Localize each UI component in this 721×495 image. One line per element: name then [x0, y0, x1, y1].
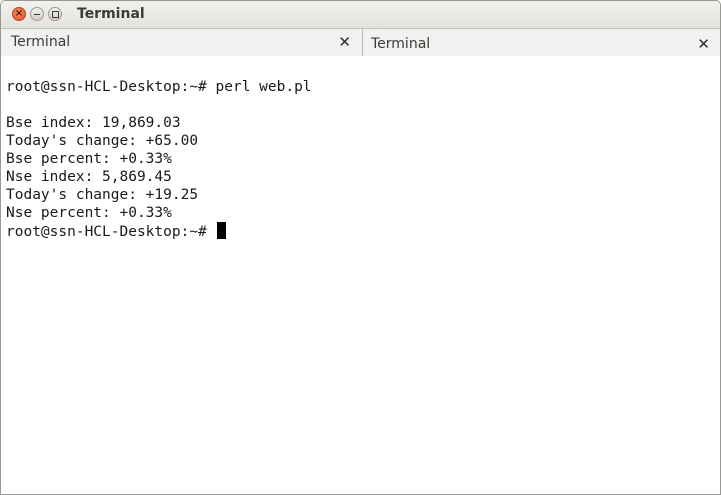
- output-line: Nse percent: +0.33%: [6, 205, 172, 221]
- tab-terminal-2[interactable]: Terminal ✕: [363, 29, 720, 56]
- output-line: Today's change: +19.25: [6, 187, 199, 203]
- output-line: Bse percent: +0.33%: [6, 151, 172, 167]
- maximize-icon: [52, 11, 59, 18]
- window-title: Terminal: [77, 6, 145, 22]
- tab-label: Terminal: [371, 36, 431, 52]
- prompt-text: root@ssn-HCL-Desktop:~#: [6, 224, 216, 240]
- prompt-line[interactable]: root@ssn-HCL-Desktop:~#: [6, 222, 720, 240]
- minimize-icon: [34, 14, 40, 15]
- terminal-output-area[interactable]: root@ssn-HCL-Desktop:~# perl web.pl Bse …: [1, 56, 720, 494]
- close-window-button[interactable]: ×: [12, 7, 26, 21]
- close-icon[interactable]: ✕: [338, 33, 351, 51]
- close-icon[interactable]: ✕: [697, 35, 710, 53]
- minimize-window-button[interactable]: [30, 7, 44, 21]
- output-line: Nse index: 5,869.45: [6, 169, 172, 185]
- text-cursor: [216, 222, 226, 239]
- command-line: root@ssn-HCL-Desktop:~# perl web.pl: [6, 79, 312, 95]
- maximize-window-button[interactable]: [48, 7, 62, 21]
- output-line: Today's change: +65.00: [6, 133, 199, 149]
- tab-terminal-1[interactable]: Terminal ✕: [1, 29, 363, 56]
- tab-label: Terminal: [11, 34, 71, 50]
- tab-bar: Terminal ✕ Terminal ✕: [1, 29, 720, 56]
- terminal-window: × Terminal Terminal ✕ Terminal ✕ root@ss…: [0, 0, 721, 495]
- close-icon: ×: [14, 8, 24, 19]
- title-bar[interactable]: × Terminal: [1, 1, 720, 29]
- output-line: Bse index: 19,869.03: [6, 115, 181, 131]
